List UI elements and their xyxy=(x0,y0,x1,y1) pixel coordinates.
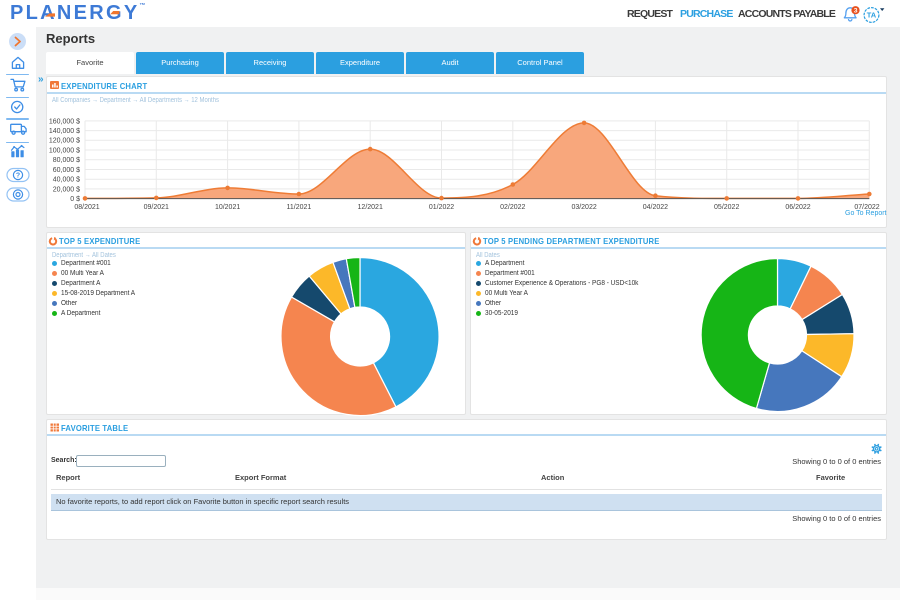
svg-text:09/2021: 09/2021 xyxy=(144,204,169,211)
svg-text:140,000 $: 140,000 $ xyxy=(49,128,80,135)
svg-text:3: 3 xyxy=(854,8,858,15)
svg-text:08/2021: 08/2021 xyxy=(74,204,99,211)
svg-text:05/2022: 05/2022 xyxy=(714,204,739,211)
svg-text:80,000 $: 80,000 $ xyxy=(53,157,80,164)
svg-text:160,000 $: 160,000 $ xyxy=(49,118,80,125)
svg-text:TA: TA xyxy=(867,11,877,20)
svg-text:11/2021: 11/2021 xyxy=(287,204,312,211)
svg-text:12/2021: 12/2021 xyxy=(358,204,383,211)
svg-text:02/2022: 02/2022 xyxy=(500,204,525,211)
svg-text:100,000 $: 100,000 $ xyxy=(49,147,80,154)
svg-text:0 $: 0 $ xyxy=(70,196,80,203)
svg-text:40,000 $: 40,000 $ xyxy=(53,177,80,184)
svg-text:60,000 $: 60,000 $ xyxy=(53,167,80,174)
svg-text:03/2022: 03/2022 xyxy=(571,204,596,211)
svg-text:01/2022: 01/2022 xyxy=(429,204,454,211)
svg-text:07/2022: 07/2022 xyxy=(854,204,879,211)
svg-text:20,000 $: 20,000 $ xyxy=(53,186,80,193)
svg-text:10/2021: 10/2021 xyxy=(215,204,240,211)
svg-text:04/2022: 04/2022 xyxy=(643,204,668,211)
svg-text:120,000 $: 120,000 $ xyxy=(49,138,80,145)
svg-text:06/2022: 06/2022 xyxy=(785,204,810,211)
svg-text:?: ? xyxy=(16,173,20,180)
